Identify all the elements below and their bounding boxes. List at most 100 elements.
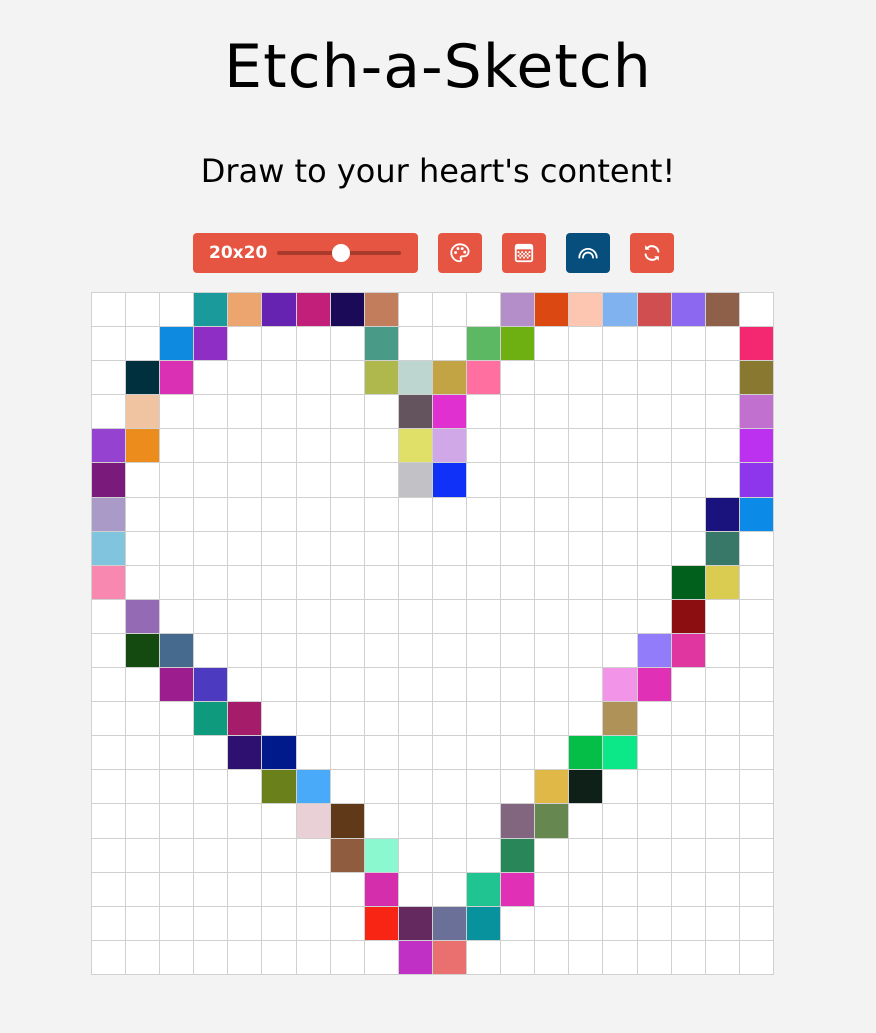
grid-cell[interactable] [432, 702, 468, 737]
grid-cell[interactable] [535, 565, 570, 600]
grid-cell[interactable] [296, 872, 331, 907]
grid-cell[interactable] [126, 702, 161, 737]
grid-cell[interactable] [160, 906, 195, 941]
grid-cell[interactable] [92, 293, 127, 328]
grid-cell[interactable] [603, 565, 638, 600]
grid-cell[interactable] [705, 838, 740, 873]
grid-cell[interactable] [637, 804, 672, 839]
grid-cell[interactable] [467, 599, 502, 634]
grid-cell[interactable] [569, 804, 604, 839]
grid-cell[interactable] [603, 293, 638, 328]
grid-cell[interactable] [467, 940, 502, 975]
grid-cell[interactable] [296, 531, 331, 566]
grid-cell[interactable] [603, 804, 638, 839]
grid-cell[interactable] [160, 395, 195, 430]
grid-cell[interactable] [535, 736, 570, 771]
grid-cell[interactable] [398, 429, 433, 464]
grid-cell[interactable] [160, 565, 195, 600]
grid-cell[interactable] [501, 463, 536, 498]
grid-cell[interactable] [671, 497, 706, 532]
grid-cell[interactable] [603, 633, 638, 669]
grid-cell[interactable] [160, 940, 195, 975]
grid-cell[interactable] [739, 633, 774, 669]
grid-cell[interactable] [364, 293, 399, 328]
grid-cell[interactable] [739, 804, 774, 839]
grid-cell[interactable] [739, 940, 774, 975]
grid-cell[interactable] [228, 838, 263, 873]
grid-cell[interactable] [467, 804, 502, 839]
grid-cell[interactable] [262, 736, 297, 771]
grid-cell[interactable] [364, 565, 399, 600]
grid-cell[interactable] [296, 736, 331, 771]
grid-cell[interactable] [228, 327, 263, 362]
grid-cell[interactable] [398, 327, 433, 362]
grid-cell[interactable] [603, 838, 638, 873]
grid-cell[interactable] [671, 395, 706, 430]
grid-cell[interactable] [603, 599, 638, 634]
rainbow-button[interactable] [566, 233, 610, 273]
grid-cell[interactable] [501, 770, 536, 805]
grid-cell[interactable] [364, 736, 399, 771]
grid-cell[interactable] [194, 633, 229, 669]
grid-cell[interactable] [364, 906, 399, 941]
grid-cell[interactable] [467, 361, 502, 396]
grid-cell[interactable] [705, 395, 740, 430]
grid-cell[interactable] [296, 327, 331, 362]
grid-cell[interactable] [92, 463, 127, 498]
grid-cell[interactable] [501, 906, 536, 941]
grid-cell[interactable] [194, 770, 229, 805]
grid-cell[interactable] [228, 702, 263, 737]
grid-cell[interactable] [501, 497, 536, 532]
grid-cell[interactable] [262, 838, 297, 873]
grid-cell[interactable] [262, 361, 297, 396]
grid-cell[interactable] [603, 736, 638, 771]
grid-cell[interactable] [637, 770, 672, 805]
grid-cell[interactable] [569, 770, 604, 805]
grid-cell[interactable] [569, 497, 604, 532]
grid-cell[interactable] [228, 804, 263, 839]
grid-cell[interactable] [501, 804, 536, 839]
grid-cell[interactable] [398, 668, 433, 703]
grid-cell[interactable] [535, 633, 570, 669]
grid-cell[interactable] [398, 872, 433, 907]
grid-cell[interactable] [739, 872, 774, 907]
grid-cell[interactable] [228, 736, 263, 771]
grid-cell[interactable] [330, 429, 365, 464]
grid-cell[interactable] [330, 668, 365, 703]
grid-cell[interactable] [535, 497, 570, 532]
grid-cell[interactable] [603, 702, 638, 737]
grid-cell[interactable] [535, 599, 570, 634]
grid-cell[interactable] [603, 531, 638, 566]
grid-cell[interactable] [330, 395, 365, 430]
grid-cell[interactable] [296, 599, 331, 634]
grid-cell[interactable] [739, 906, 774, 941]
grid-cell[interactable] [535, 804, 570, 839]
grid-cell[interactable] [705, 599, 740, 634]
grid-cell[interactable] [671, 361, 706, 396]
grid-cell[interactable] [160, 736, 195, 771]
grid-cell[interactable] [739, 668, 774, 703]
grid-cell[interactable] [671, 906, 706, 941]
grid-cell[interactable] [296, 497, 331, 532]
grid-cell[interactable] [194, 361, 229, 396]
grid-cell[interactable] [330, 736, 365, 771]
grid-cell[interactable] [569, 531, 604, 566]
grid-cell[interactable] [637, 429, 672, 464]
grid-cell[interactable] [262, 497, 297, 532]
grid-cell[interactable] [296, 668, 331, 703]
grid-cell[interactable] [671, 599, 706, 634]
grid-cell[interactable] [92, 838, 127, 873]
grid-cell[interactable] [739, 497, 774, 532]
grid-cell[interactable] [705, 906, 740, 941]
grid-cell[interactable] [705, 668, 740, 703]
grid-cell[interactable] [637, 838, 672, 873]
grid-cell[interactable] [92, 633, 127, 669]
grid-cell[interactable] [194, 838, 229, 873]
grid-cell[interactable] [603, 770, 638, 805]
grid-cell[interactable] [535, 463, 570, 498]
grid-cell[interactable] [194, 702, 229, 737]
grid-cell[interactable] [194, 395, 229, 430]
grid-cell[interactable] [467, 327, 502, 362]
grid-cell[interactable] [296, 429, 331, 464]
grid-cell[interactable] [194, 906, 229, 941]
